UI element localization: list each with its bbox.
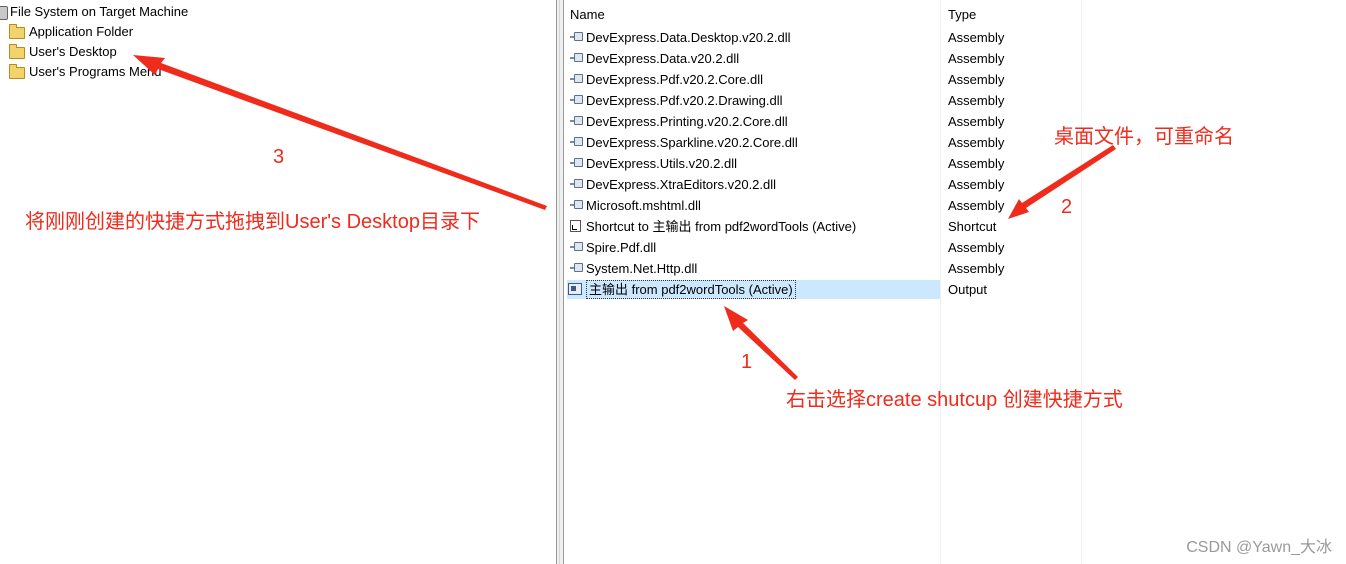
file-name: DevExpress.Utils.v20.2.dll [586, 156, 737, 171]
file-name: DevExpress.Pdf.v20.2.Drawing.dll [586, 93, 783, 108]
output-icon [568, 283, 582, 295]
file-name: DevExpress.XtraEditors.v20.2.dll [586, 177, 777, 192]
file-type: Assembly [948, 51, 1005, 66]
file-list: Name Type DevExpress.Data.Desktop.v20.2.… [564, 0, 1346, 564]
file-name: Shortcut to 主输出 from pdf2wordTools (Acti… [586, 219, 857, 234]
folder-icon [9, 44, 25, 59]
file-row[interactable]: DevExpress.Printing.v20.2.Core.dll Assemb… [564, 111, 1346, 132]
file-row[interactable]: DevExpress.Utils.v20.2.dll Assembly [564, 153, 1346, 174]
file-row[interactable]: DevExpress.Sparkline.v20.2.Core.dll Assem… [564, 132, 1346, 153]
tree-item-label: Application Folder [29, 24, 134, 39]
file-type: Assembly [948, 261, 1005, 276]
assembly-icon [570, 32, 583, 42]
file-name: 主输出 from pdf2wordTools (Active) [586, 280, 796, 299]
column-header-name[interactable]: Name [570, 4, 605, 25]
tree-item-label: User's Desktop [29, 44, 117, 59]
file-type: Assembly [948, 240, 1005, 255]
assembly-icon [570, 242, 583, 252]
file-name: DevExpress.Printing.v20.2.Core.dll [586, 114, 788, 129]
assembly-icon [570, 263, 583, 273]
watermark: CSDN @Yawn_大冰 [1186, 539, 1332, 556]
file-name: DevExpress.Sparkline.v20.2.Core.dll [586, 135, 798, 150]
file-type: Output [948, 282, 988, 297]
file-type: Assembly [948, 93, 1005, 108]
file-row[interactable]: DevExpress.XtraEditors.v20.2.dll Assembly [564, 174, 1346, 195]
file-type: Shortcut [948, 219, 997, 234]
file-system-tree: File System on Target Machine Applicatio… [0, 0, 556, 564]
file-row[interactable]: System.Net.Http.dll Assembly [564, 258, 1346, 279]
file-name: DevExpress.Data.v20.2.dll [586, 51, 740, 66]
assembly-icon [570, 200, 583, 210]
assembly-icon [570, 116, 583, 126]
assembly-icon [570, 137, 583, 147]
file-type: Assembly [948, 177, 1005, 192]
file-type: Assembly [948, 72, 1005, 87]
folder-icon [9, 64, 25, 79]
tree-root-label: File System on Target Machine [10, 4, 189, 19]
assembly-icon [570, 95, 583, 105]
file-type: Assembly [948, 198, 1005, 213]
file-row[interactable]: DevExpress.Pdf.v20.2.Drawing.dll Assembly [564, 90, 1346, 111]
file-name: System.Net.Http.dll [586, 261, 698, 276]
file-type: Assembly [948, 114, 1005, 129]
file-row[interactable]: Shortcut to 主输出 from pdf2wordTools (Acti… [564, 216, 1346, 237]
folder-icon [9, 24, 25, 39]
assembly-icon [570, 53, 583, 63]
file-row[interactable]: DevExpress.Pdf.v20.2.Core.dll Assembly [564, 69, 1346, 90]
file-row[interactable]: DevExpress.Data.Desktop.v20.2.dll Assembl… [564, 27, 1346, 48]
assembly-icon [570, 158, 583, 168]
pane-splitter[interactable] [556, 0, 564, 564]
file-row[interactable]: Microsoft.mshtml.dll Assembly [564, 195, 1346, 216]
file-row[interactable]: 主输出 from pdf2wordTools (Active) Output [564, 279, 1346, 300]
file-type: Assembly [948, 135, 1005, 150]
column-header-type[interactable]: Type [948, 4, 976, 25]
shortcut-icon [570, 220, 581, 232]
assembly-icon [570, 179, 583, 189]
file-name: Microsoft.mshtml.dll [586, 198, 701, 213]
file-name: DevExpress.Data.Desktop.v20.2.dll [586, 30, 791, 45]
file-type: Assembly [948, 30, 1005, 45]
file-row[interactable]: DevExpress.Data.v20.2.dll Assembly [564, 48, 1346, 69]
assembly-icon [570, 74, 583, 84]
file-name: DevExpress.Pdf.v20.2.Core.dll [586, 72, 764, 87]
file-type: Assembly [948, 156, 1005, 171]
tree-item-label: User's Programs Menu [29, 64, 162, 79]
file-row[interactable]: Spire.Pdf.dll Assembly [564, 237, 1346, 258]
file-name: Spire.Pdf.dll [586, 240, 657, 255]
drive-icon [0, 6, 8, 20]
